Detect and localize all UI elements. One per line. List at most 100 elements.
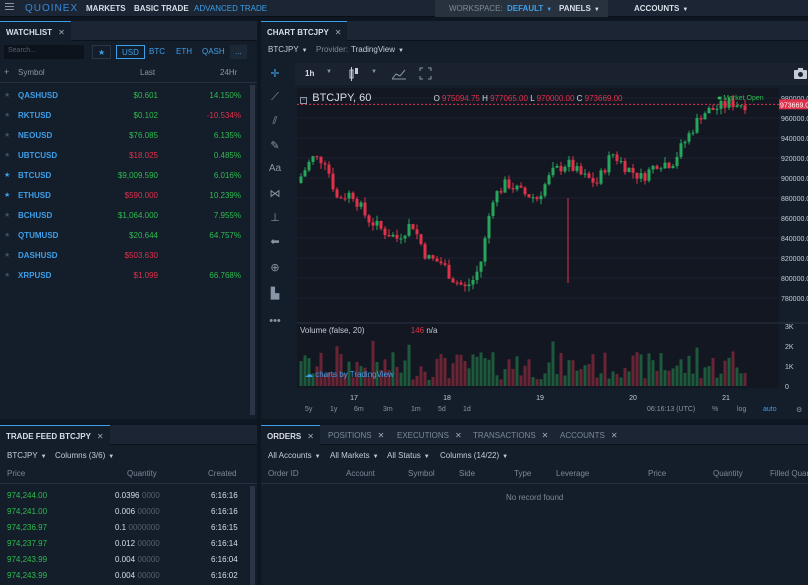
header-last[interactable]: Last xyxy=(140,68,155,77)
settings-gear-icon[interactable]: ⚙ xyxy=(796,406,802,414)
tab-watchlist[interactable]: WATCHLIST ✕ xyxy=(0,21,71,41)
range-5d[interactable]: 5d xyxy=(438,406,446,413)
measure-icon[interactable]: ⊥ xyxy=(267,211,283,227)
fullscreen-icon[interactable] xyxy=(419,67,432,80)
candle-body xyxy=(335,189,339,198)
collapse-icon[interactable]: − xyxy=(300,97,307,104)
close-icon[interactable]: ✕ xyxy=(58,28,65,37)
percent-toggle[interactable]: % xyxy=(712,406,718,413)
provider-select[interactable]: TradingView ▼ xyxy=(351,45,404,54)
favorite-star-icon[interactable]: ★ xyxy=(4,171,10,179)
watchlist-row[interactable]: ★ BTCUSD $9,009.590 6.016% xyxy=(0,165,257,185)
trendline-icon[interactable]: ⟋ xyxy=(267,91,283,107)
close-icon[interactable]: ✕ xyxy=(378,431,385,440)
filter-usd[interactable]: USD xyxy=(116,45,145,59)
volume-bar xyxy=(519,375,523,386)
tab-positions[interactable]: POSITIONS ✕ xyxy=(322,425,390,445)
close-icon[interactable]: ✕ xyxy=(542,431,549,440)
crosshair-icon[interactable]: ✛ xyxy=(267,67,283,83)
close-icon[interactable]: ✕ xyxy=(335,28,342,37)
watchlist-row[interactable]: ★ BCHUSD $1,064.000 7.955% xyxy=(0,205,257,225)
accounts-menu[interactable]: ACCOUNTS ▼ xyxy=(634,4,688,13)
log-toggle[interactable]: log xyxy=(737,406,746,413)
candle-body xyxy=(311,156,315,162)
text-icon[interactable]: Aa xyxy=(267,163,283,179)
nav-markets[interactable]: MARKETS xyxy=(86,4,126,13)
caret-down-icon[interactable]: ▼ xyxy=(371,69,377,75)
nav-basic-trade[interactable]: BASIC TRADE xyxy=(134,4,189,13)
price-chart[interactable]: 980000.0960000.0940000.0920000.0900000.0… xyxy=(297,88,808,405)
range-1d[interactable]: 1d xyxy=(463,406,471,413)
watchlist-row[interactable]: ★ UBTCUSD $18.025 0.485% xyxy=(0,145,257,165)
range-1y[interactable]: 1y xyxy=(330,406,337,413)
favorite-star-icon[interactable]: ★ xyxy=(4,271,10,279)
nav-advanced-trade[interactable]: ADVANCED TRADE xyxy=(194,4,267,13)
trade-feed-columns-select[interactable]: Columns (3/6) ▼ xyxy=(55,451,114,460)
filter-accounts[interactable]: All Accounts ▼ xyxy=(268,451,321,460)
zoom-icon[interactable]: ⊕ xyxy=(267,261,283,277)
favorite-star-icon[interactable]: ★ xyxy=(4,111,10,119)
brush-icon[interactable]: ✎ xyxy=(267,139,283,155)
filter-status[interactable]: All Status ▼ xyxy=(387,451,430,460)
favorite-star-icon[interactable]: ★ xyxy=(4,211,10,219)
volume-bar xyxy=(575,370,579,386)
header-symbol[interactable]: Symbol xyxy=(18,68,45,77)
watchlist-row[interactable]: ★ ETHUSD $590.000 10.239% xyxy=(0,185,257,205)
fib-icon[interactable]: ⫽ xyxy=(267,115,283,131)
filter-more[interactable]: ... xyxy=(230,45,247,59)
pair-select[interactable]: BTCJPY ▼ xyxy=(268,45,308,54)
favorite-star-icon[interactable]: ★ xyxy=(4,231,10,239)
favorite-star-icon[interactable]: ★ xyxy=(4,251,10,259)
range-6m[interactable]: 6m xyxy=(354,406,364,413)
tab-transactions[interactable]: TRANSACTIONS ✕ xyxy=(467,425,554,445)
tab-trade-feed[interactable]: TRADE FEED BTCJPY ✕ xyxy=(0,425,110,445)
tab-accounts[interactable]: ACCOUNTS ✕ xyxy=(554,425,624,445)
caret-down-icon[interactable]: ▼ xyxy=(326,69,332,75)
watchlist-row[interactable]: ★ DASHUSD $503.630 xyxy=(0,245,257,265)
more-icon[interactable]: ••• xyxy=(267,315,283,331)
range-1m[interactable]: 1m xyxy=(411,406,421,413)
filter-markets[interactable]: All Markets ▼ xyxy=(330,451,379,460)
tab-orders[interactable]: ORDERS ✕ xyxy=(261,425,320,445)
auto-toggle[interactable]: auto xyxy=(763,406,777,413)
trade-feed-scrollbar[interactable] xyxy=(250,486,255,585)
interval-select[interactable]: 1h xyxy=(305,69,314,78)
filter-btc[interactable]: BTC xyxy=(144,45,170,59)
close-icon[interactable]: ✕ xyxy=(611,431,618,440)
volume-bar xyxy=(731,351,735,386)
favorites-filter-star-icon[interactable]: ★ xyxy=(92,45,112,59)
ruler-icon[interactable]: ▙ xyxy=(267,287,283,303)
close-icon[interactable]: ✕ xyxy=(455,431,462,440)
panels-menu[interactable]: PANELS ▼ xyxy=(559,4,600,13)
filter-eth[interactable]: ETH xyxy=(171,45,197,59)
candle-type-icon[interactable] xyxy=(349,67,359,81)
hamburger-menu-icon[interactable] xyxy=(5,3,14,12)
close-icon[interactable]: ✕ xyxy=(97,432,104,441)
close-icon[interactable]: ✕ xyxy=(307,432,314,441)
header-24hr[interactable]: 24Hr xyxy=(220,68,237,77)
change-24hr: 7.955% xyxy=(213,211,241,220)
watchlist-row[interactable]: ★ RKTUSD $0.102 -10.534% xyxy=(0,105,257,125)
camera-icon[interactable] xyxy=(794,68,807,79)
watchlist-row[interactable]: ★ QTUMUSD $20.644 64.757% xyxy=(0,225,257,245)
trade-feed-pair-select[interactable]: BTCJPY ▼ xyxy=(7,451,47,460)
add-icon[interactable]: + xyxy=(4,67,9,77)
tab-executions[interactable]: EXECUTIONS ✕ xyxy=(391,425,468,445)
range-3m[interactable]: 3m xyxy=(383,406,393,413)
search-input[interactable]: Search... xyxy=(4,45,84,59)
watchlist-scrollbar[interactable] xyxy=(250,85,255,415)
pattern-icon[interactable]: ⋈ xyxy=(267,187,283,203)
range-5y[interactable]: 5y xyxy=(305,406,312,413)
watchlist-row[interactable]: ★ XRPUSD $1.099 66.768% xyxy=(0,265,257,285)
filter-columns[interactable]: Columns (14/22) ▼ xyxy=(440,451,508,460)
tab-chart[interactable]: CHART BTCJPY ✕ xyxy=(261,21,348,41)
indicators-icon[interactable] xyxy=(392,68,406,80)
watchlist-row[interactable]: ★ NEOUSD $76.085 6.135% xyxy=(0,125,257,145)
watchlist-row[interactable]: ★ QASHUSD $0.601 14.150% xyxy=(0,85,257,105)
favorite-star-icon[interactable]: ★ xyxy=(4,151,10,159)
favorite-star-icon[interactable]: ★ xyxy=(4,191,10,199)
arrow-left-icon[interactable]: ⬅ xyxy=(267,235,283,251)
filter-qash[interactable]: QASH xyxy=(197,45,230,59)
favorite-star-icon[interactable]: ★ xyxy=(4,91,10,99)
favorite-star-icon[interactable]: ★ xyxy=(4,131,10,139)
